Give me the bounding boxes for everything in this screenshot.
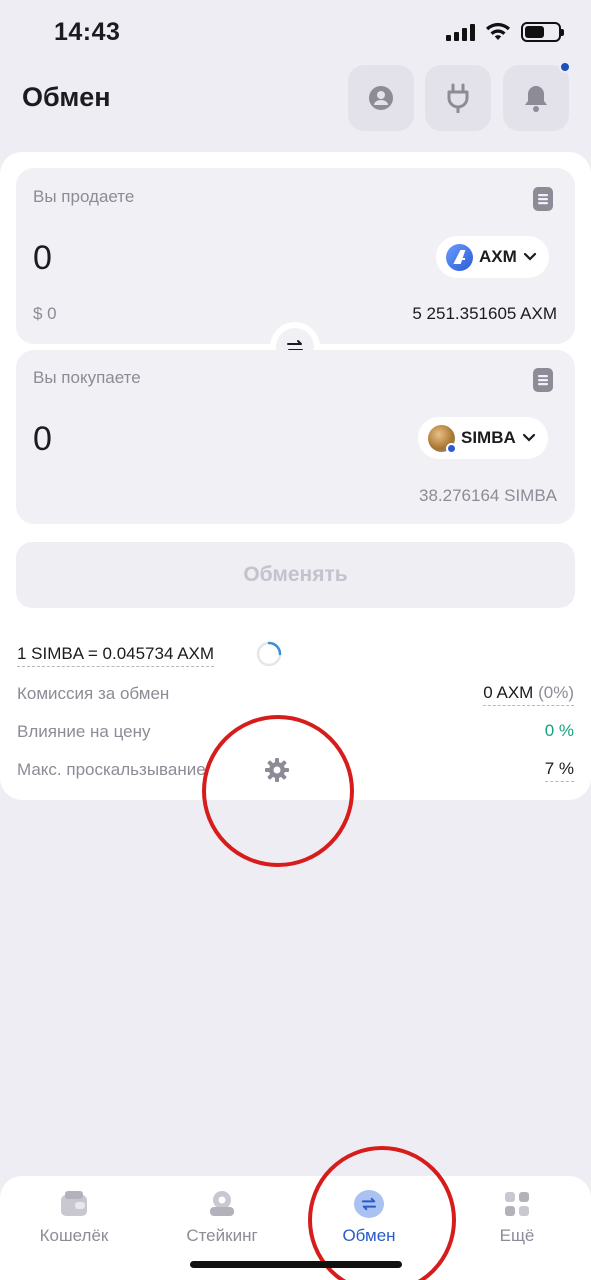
fee-amount: 0 AXM [483, 683, 534, 702]
nav-staking-label: Стейкинг [186, 1226, 258, 1245]
nav-staking[interactable]: Стейкинг [152, 1190, 292, 1246]
sell-token-symbol: AXM [479, 247, 517, 266]
chevron-down-icon [522, 433, 535, 442]
sell-clipboard-icon[interactable] [532, 186, 554, 212]
bell-icon [525, 86, 547, 112]
nav-more[interactable]: Ещё [447, 1190, 587, 1246]
slippage-label: Макс. проскальзывание [17, 760, 206, 779]
notification-badge [559, 61, 571, 73]
home-indicator [190, 1261, 402, 1268]
nav-wallet-label: Кошелёк [39, 1226, 109, 1245]
status-icons [446, 22, 564, 42]
notifications-button[interactable] [503, 65, 569, 131]
chevron-down-icon [523, 252, 536, 261]
status-time: 14:43 [54, 18, 121, 46]
sell-usd-value: $ 0 [33, 304, 57, 323]
staking-icon [210, 1191, 234, 1216]
slippage-value[interactable]: 7 % [544, 759, 574, 782]
wifi-icon [486, 22, 510, 40]
annotation-circle-slippage [202, 715, 354, 867]
cellular-signal-icon [446, 23, 475, 41]
profile-button[interactable] [348, 65, 414, 131]
axm-token-icon [446, 243, 473, 271]
buy-amount-input[interactable]: 0 [33, 420, 52, 459]
nav-wallet[interactable]: Кошелёк [4, 1190, 144, 1246]
plug-icon [447, 83, 469, 113]
buy-clipboard-icon[interactable] [532, 367, 554, 393]
simba-token-icon [428, 424, 457, 454]
profile-icon [369, 86, 393, 110]
exchange-rate[interactable]: 1 SIMBA = 0.045734 AXM [17, 644, 215, 667]
grid-icon [505, 1192, 529, 1216]
page-title: Обмен [22, 82, 111, 112]
buy-label: Вы покупаете [33, 368, 141, 387]
battery-icon [521, 22, 564, 42]
annotation-circle-exchange-tab [308, 1146, 456, 1280]
buy-token-symbol: SIMBA [461, 428, 516, 447]
fee-percent: (0%) [538, 683, 574, 702]
exchange-button[interactable]: Обменять [16, 542, 575, 608]
nav-more-label: Ещё [499, 1226, 535, 1245]
sell-balance[interactable]: 5 251.351605 AXM [412, 304, 557, 324]
connect-button[interactable] [425, 65, 491, 131]
sell-token-selector[interactable]: AXM [436, 236, 549, 278]
fee-label: Комиссия за обмен [17, 684, 170, 703]
price-impact-value: 0 % [544, 721, 574, 740]
loading-spinner-icon [256, 641, 282, 667]
fee-value[interactable]: 0 AXM (0%) [483, 683, 574, 706]
sell-label: Вы продаете [33, 187, 135, 206]
wallet-icon [61, 1191, 87, 1216]
price-impact-label: Влияние на цену [17, 722, 151, 741]
buy-token-selector[interactable]: SIMBA [418, 417, 548, 459]
buy-balance[interactable]: 38.276164 SIMBA [419, 486, 557, 506]
sell-amount-input[interactable]: 0 [33, 239, 52, 278]
